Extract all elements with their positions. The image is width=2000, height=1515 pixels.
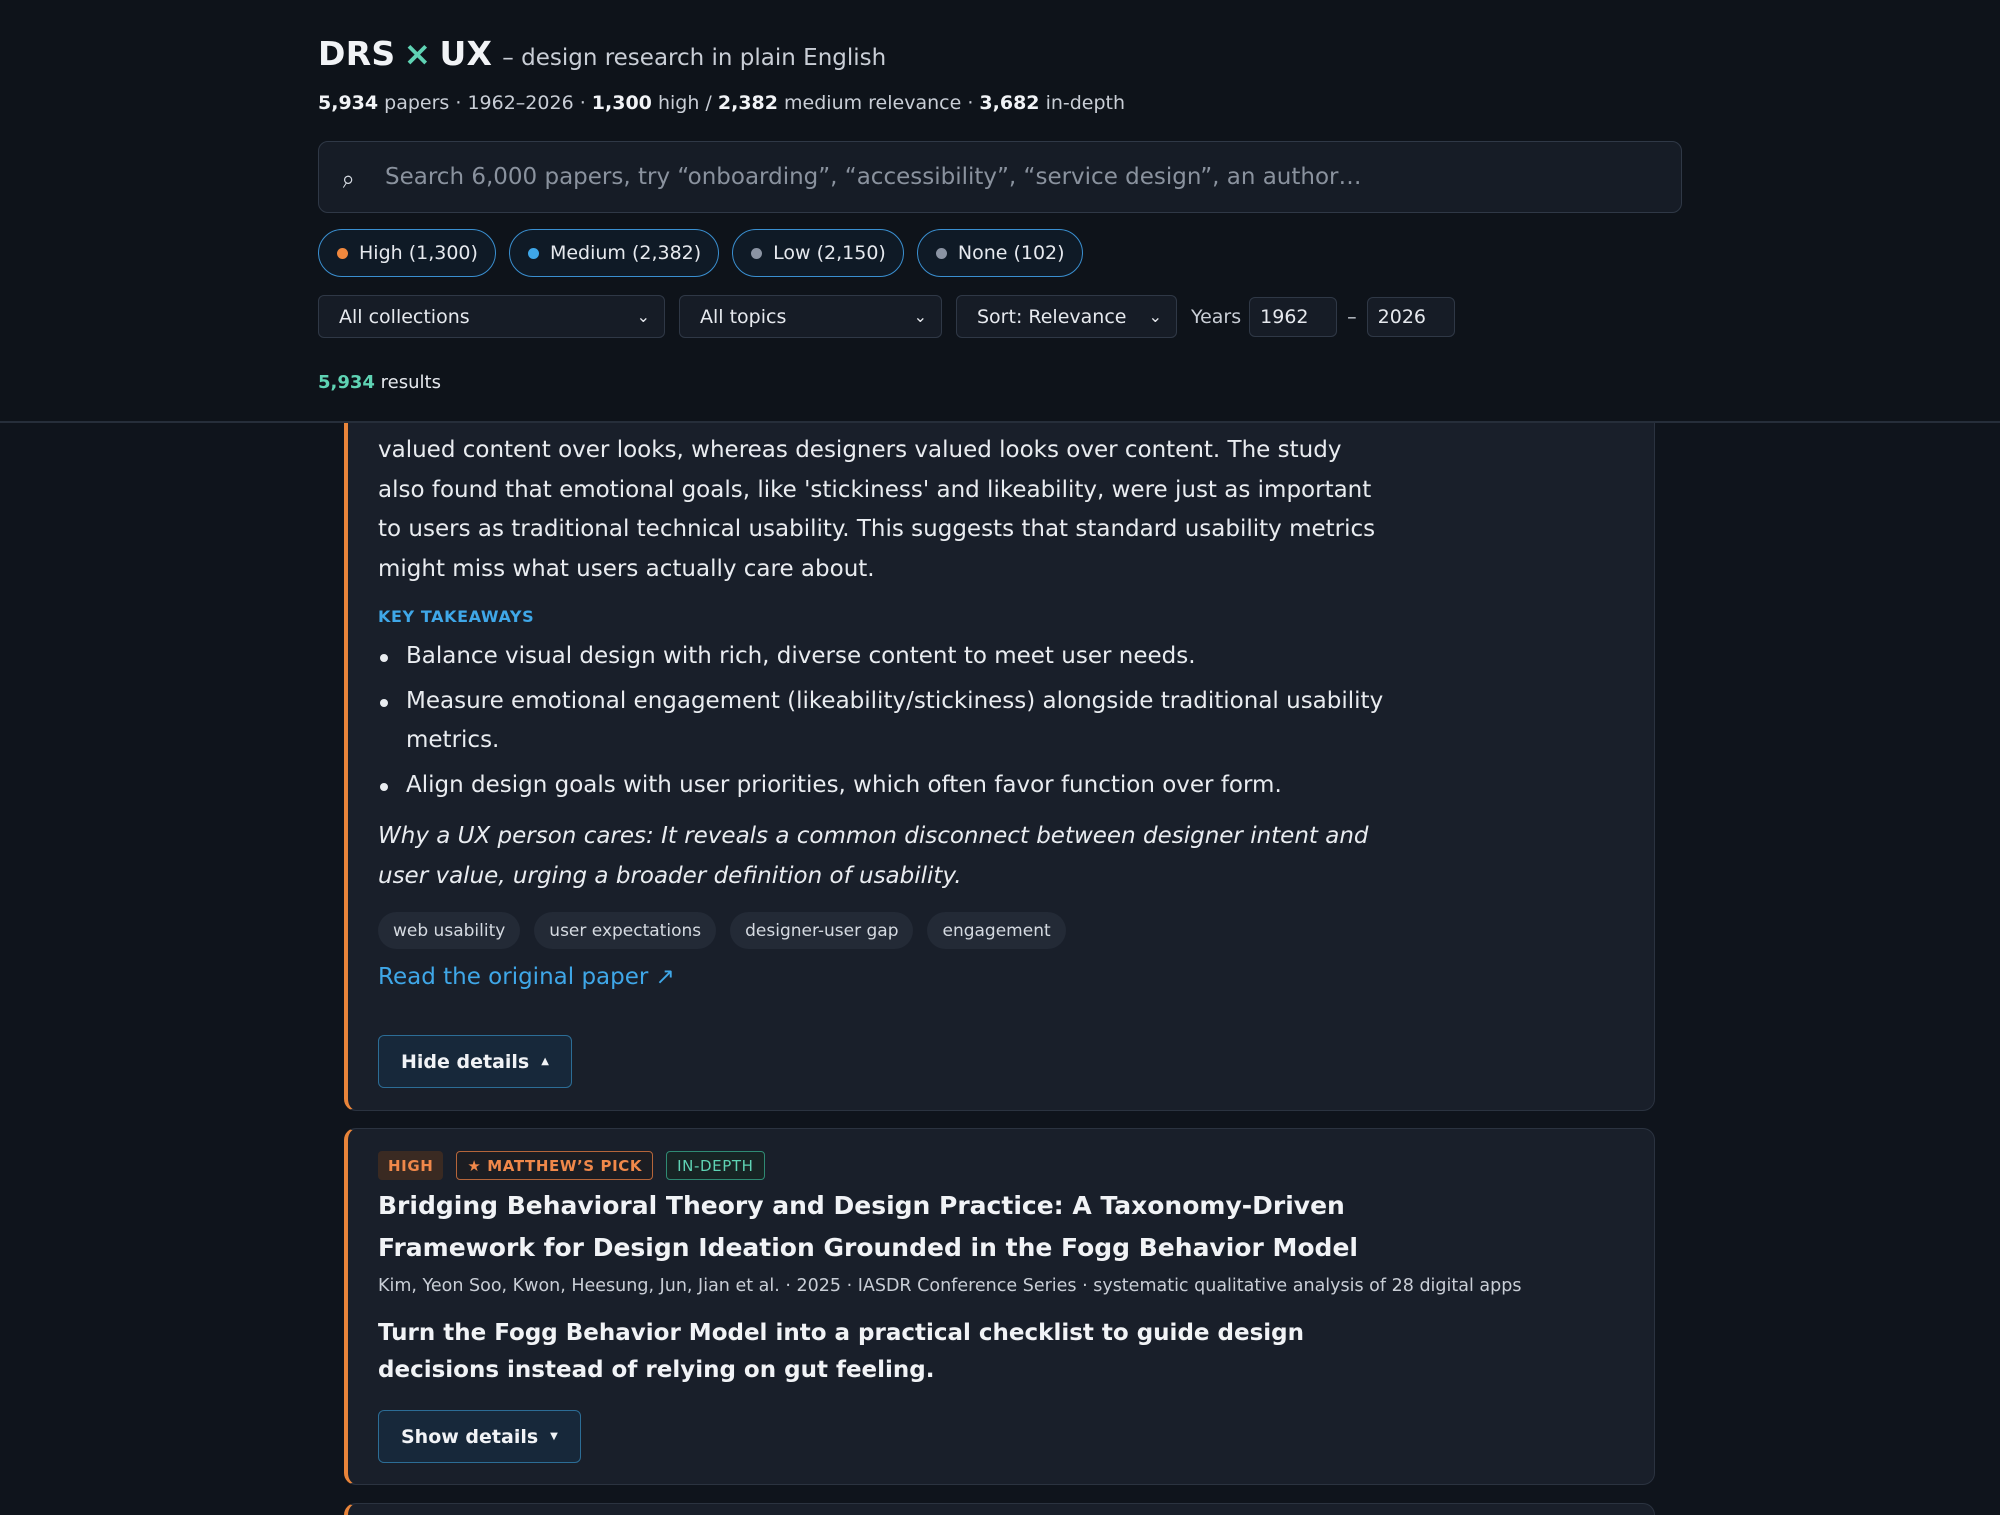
indepth-count: 3,682 [979,92,1040,114]
collections-value: All collections [339,305,470,328]
paper-card-next [344,1503,1655,1515]
filter-row: All collections ⌄ All topics ⌄ Sort: Rel… [318,295,1682,338]
tag-chip[interactable]: designer-user gap [730,912,914,949]
search-bar[interactable]: ⌕ [318,141,1682,213]
pill-label: High (1,300) [359,242,478,264]
tag-list: web usability user expectations designer… [378,912,1378,949]
papers-word: papers [384,92,450,114]
tag-chip[interactable]: engagement [927,912,1066,949]
why-ux-cares: Why a UX person cares: It reveals a comm… [378,823,1369,889]
brand-right: UX [439,34,493,73]
high-word: high / [657,92,712,114]
tag-chip[interactable]: user expectations [534,912,717,949]
pill-high[interactable]: High (1,300) [318,229,496,277]
takeaway-item: Align design goals with user priorities,… [378,766,1398,806]
topics-value: All topics [700,305,787,328]
year-to-input[interactable]: 2026 [1366,296,1455,337]
years-label: Years [1191,305,1242,328]
sticky-header: DRS × UX – design research in plain Englis… [0,0,2000,423]
pill-none[interactable]: None (102) [916,229,1083,277]
chevron-down-icon: ⌄ [913,307,927,326]
pill-label: Low (2,150) [773,242,886,264]
hide-details-label: Hide details [401,1050,530,1073]
chevron-down-icon: ⌄ [636,307,650,326]
pill-low[interactable]: Low (2,150) [732,229,904,277]
key-takeaways-label: KEY TAKEAWAYS [378,607,535,626]
brand-left: DRS [318,34,396,73]
year-range: 1962–2026 [467,92,574,114]
search-icon: ⌕ [338,163,358,194]
in-depth-badge: IN-DEPTH [666,1151,765,1180]
medium-word: medium relevance [784,92,962,114]
takeaway-item: Measure emotional engagement (likeabilit… [378,682,1398,761]
high-dot-icon [337,247,348,259]
badge-row: HIGH ★ MATTHEW’S PICK IN-DEPTH [378,1151,1378,1180]
show-details-button[interactable]: Show details ▼ [378,1410,581,1463]
brand-x: × [403,34,432,73]
key-takeaways-list: Balance visual design with rich, diverse… [378,637,1398,810]
paper-meta: Kim, Yeon Soo, Kwon, Heesung, Jun, Jian … [378,1276,1522,1296]
curator-pick-badge: ★ MATTHEW’S PICK [456,1151,654,1180]
relevance-badge: HIGH [378,1151,444,1180]
read-original-paper-link[interactable]: Read the original paper ↗ [378,964,1378,990]
results-label: results [380,372,441,393]
collections-select[interactable]: All collections ⌄ [318,295,665,338]
papers-count: 5,934 [318,92,379,114]
pill-label: None (102) [957,242,1065,264]
results-number: 5,934 [318,372,375,393]
caret-down-icon: ▼ [550,1431,558,1442]
brand-logo[interactable]: DRS × UX [318,34,492,73]
paper-tldr: Turn the Fogg Behavior Model into a prac… [378,1320,1304,1383]
high-count: 1,300 [591,92,652,114]
results-count: 5,934 results [318,372,1682,393]
pill-label: Medium (2,382) [549,242,702,264]
sort-value: Sort: Relevance [977,305,1127,328]
medium-dot-icon [527,247,539,259]
topics-select[interactable]: All topics ⌄ [679,295,942,338]
caret-up-icon: ▲ [541,1056,549,1067]
year-from-input[interactable]: 1962 [1249,296,1338,337]
sort-select[interactable]: Sort: Relevance ⌄ [956,295,1177,338]
paper-summary: valued content over looks, whereas desig… [378,437,1376,582]
year-separator: – [1347,305,1357,328]
indepth-word: in-depth [1045,92,1126,114]
tagline: – design research in plain English [502,45,887,71]
chevron-down-icon: ⌄ [1148,307,1162,326]
paper-card-expanded: valued content over looks, whereas desig… [344,350,1655,1111]
pill-medium[interactable]: Medium (2,382) [508,229,720,277]
search-input[interactable] [385,164,1681,190]
show-details-label: Show details [401,1425,539,1448]
hide-details-button[interactable]: Hide details ▲ [378,1035,572,1088]
tag-chip[interactable]: web usability [378,912,521,949]
site-title: DRS × UX – design research in plain Englis… [318,34,1682,82]
takeaway-item: Balance visual design with rich, diverse… [378,637,1398,677]
none-dot-icon [935,247,947,259]
low-dot-icon [751,247,763,259]
paper-title[interactable]: Bridging Behavioral Theory and Design Pr… [378,1185,1478,1269]
relevance-filter-pills: High (1,300) Medium (2,382) Low (2,150) … [318,229,1682,277]
paper-card-collapsed: HIGH ★ MATTHEW’S PICK IN-DEPTH Bridging … [344,1128,1655,1485]
medium-count: 2,382 [717,92,778,114]
stats-line: 5,934 papers · 1962–2026 · 1,300 high / … [318,92,1126,114]
